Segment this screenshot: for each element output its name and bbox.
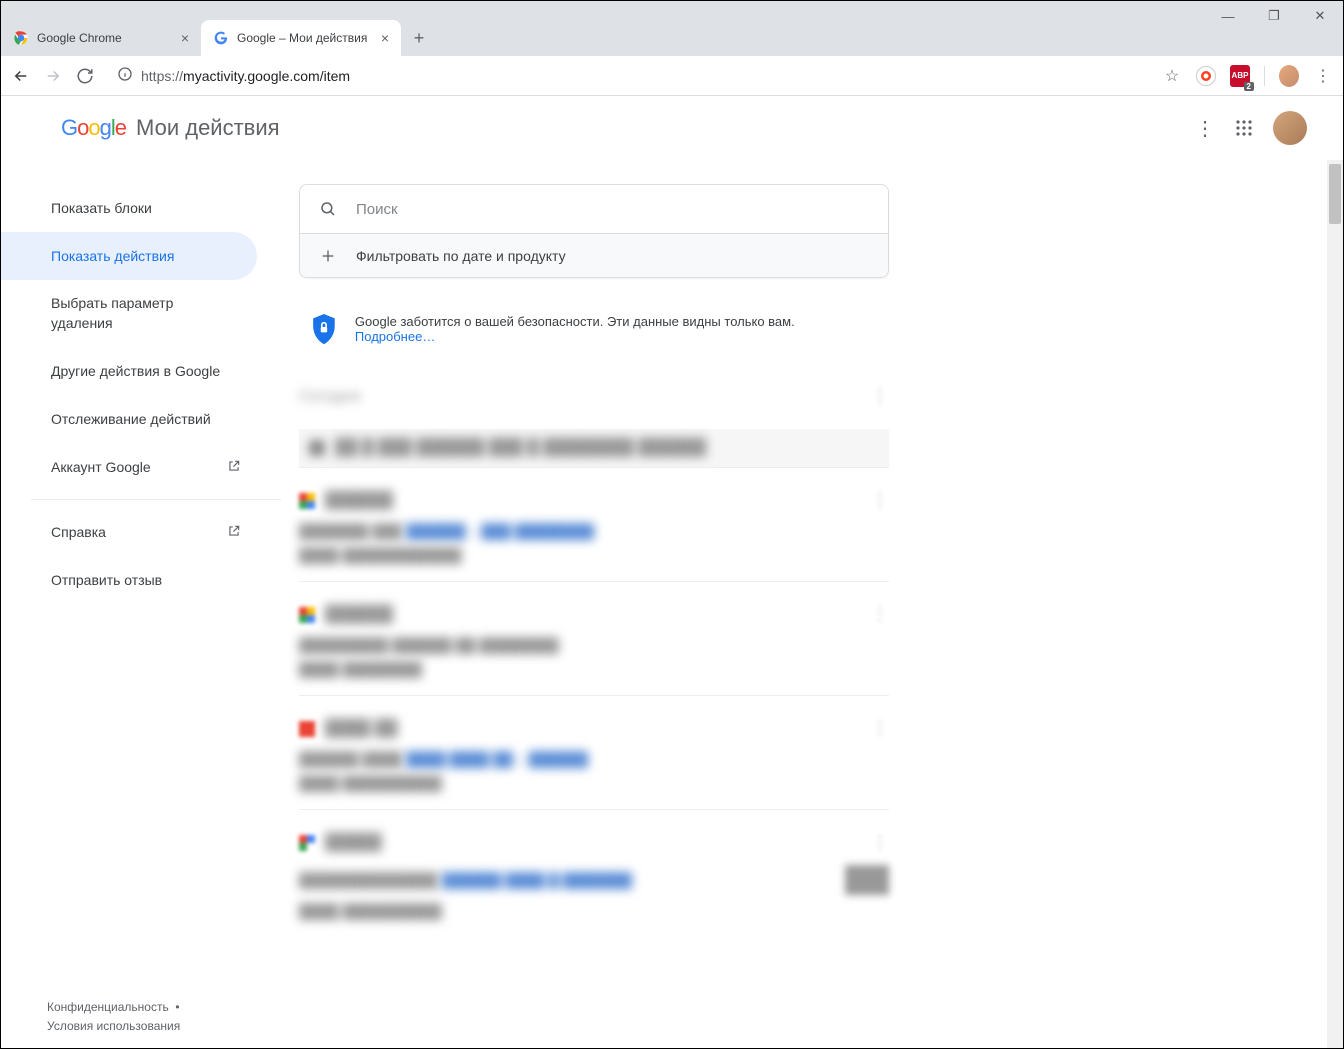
maximize-button[interactable]: ❐ — [1251, 1, 1297, 31]
page-menu-icon[interactable]: ⋮ — [1195, 116, 1215, 141]
back-button[interactable] — [11, 66, 31, 86]
reload-button[interactable] — [75, 66, 95, 86]
activity-list: Сегодня⋮ ██ █ ███ ██████ ███ █ ████████ … — [299, 386, 889, 937]
activity-item[interactable]: █████⋮ ██████████████ ██████ ████ █ ████… — [299, 832, 889, 937]
privacy-link[interactable]: Конфиденциальность — [47, 1000, 169, 1014]
sidebar-item-blocks[interactable]: Показать блоки — [1, 184, 257, 232]
sidebar-item-feedback[interactable]: Отправить отзыв — [1, 556, 257, 604]
yandex-extension-icon[interactable] — [1196, 66, 1216, 86]
page-title: Мои действия — [136, 115, 280, 141]
filter-button[interactable]: Фильтровать по дате и продукту — [300, 233, 888, 277]
footer-links: Конфиденциальность • Условия использован… — [47, 998, 180, 1036]
minimize-button[interactable]: — — [1205, 1, 1251, 31]
browser-titlebar: Google Chrome × Google – Мои действия × … — [1, 1, 1343, 56]
tab-close-icon[interactable]: × — [381, 30, 389, 46]
sidebar-item-delete-option[interactable]: Выбрать параметр удаления — [1, 280, 257, 347]
banner-learn-more-link[interactable]: Подробнее… — [355, 329, 435, 344]
activity-item[interactable]: ██████⋮ ███████ ███ ██████ – ███ ███████… — [299, 490, 889, 582]
scrollbar[interactable] — [1327, 160, 1343, 1048]
browser-tab-active[interactable]: Google – Мои действия × — [201, 20, 401, 56]
browser-address-bar: https://myactivity.google.com/item ☆ ABP… — [1, 56, 1343, 96]
window-controls: — ❐ ✕ — [1205, 1, 1343, 31]
activity-item[interactable]: ██ █ ███ ██████ ███ █ ████████ ██████ — [299, 429, 889, 468]
google-logo[interactable]: Google — [61, 115, 126, 141]
search-card: Фильтровать по дате и продукту — [299, 184, 889, 278]
chrome-favicon — [13, 30, 29, 46]
search-icon — [318, 200, 338, 218]
sidebar-item-help[interactable]: Справка — [1, 508, 257, 556]
close-window-button[interactable]: ✕ — [1297, 1, 1343, 31]
sidebar-nav: Показать блоки Показать действия Выбрать… — [1, 160, 281, 1048]
url-text: https://myactivity.google.com/item — [141, 68, 350, 84]
tab-close-icon[interactable]: × — [181, 30, 189, 46]
google-favicon — [213, 30, 229, 46]
sidebar-item-actions[interactable]: Показать действия — [1, 232, 257, 280]
chrome-profile-avatar[interactable] — [1279, 66, 1299, 86]
sidebar-item-tracking[interactable]: Отслеживание действий — [1, 395, 257, 443]
scrollbar-thumb[interactable] — [1329, 164, 1341, 224]
sidebar-item-other-actions[interactable]: Другие действия в Google — [1, 347, 257, 395]
security-banner: Google заботится о вашей безопасности. Э… — [299, 296, 889, 362]
forward-button[interactable] — [43, 66, 63, 86]
sidebar-divider — [31, 499, 281, 500]
app-header: Google Мои действия ⋮ — [1, 96, 1343, 160]
site-info-icon[interactable] — [117, 66, 133, 85]
external-link-icon — [227, 459, 241, 476]
account-avatar[interactable] — [1273, 111, 1307, 145]
bookmark-star-icon[interactable]: ☆ — [1162, 66, 1182, 86]
tab-title: Google – Мои действия — [237, 31, 367, 45]
url-bar[interactable]: https://myactivity.google.com/item — [107, 61, 1150, 91]
external-link-icon — [227, 524, 241, 541]
activity-item[interactable]: ██████⋮ █████████ ██████ ██ ████████ ███… — [299, 604, 889, 696]
activity-date-header: Сегодня⋮ — [299, 386, 889, 407]
shield-icon — [311, 314, 337, 344]
search-input[interactable] — [356, 201, 870, 218]
browser-tab[interactable]: Google Chrome × — [1, 20, 201, 56]
activity-item[interactable]: ████ ██⋮ ██████ ████ ████ ████ ██ – ████… — [299, 718, 889, 810]
filter-label: Фильтровать по дате и продукту — [356, 248, 566, 264]
abp-badge-count: 2 — [1244, 82, 1254, 91]
plus-icon — [318, 248, 338, 264]
new-tab-button[interactable]: + — [405, 24, 433, 52]
terms-link[interactable]: Условия использования — [47, 1019, 180, 1033]
sidebar-item-google-account[interactable]: Аккаунт Google — [1, 443, 257, 491]
chrome-menu-icon[interactable]: ⋮ — [1313, 66, 1333, 86]
separator — [1264, 66, 1265, 86]
google-apps-icon[interactable] — [1235, 119, 1253, 137]
banner-text: Google заботится о вашей безопасности. Э… — [355, 314, 795, 329]
adblock-extension-icon[interactable]: ABP2 — [1230, 66, 1250, 86]
tab-title: Google Chrome — [37, 31, 122, 45]
